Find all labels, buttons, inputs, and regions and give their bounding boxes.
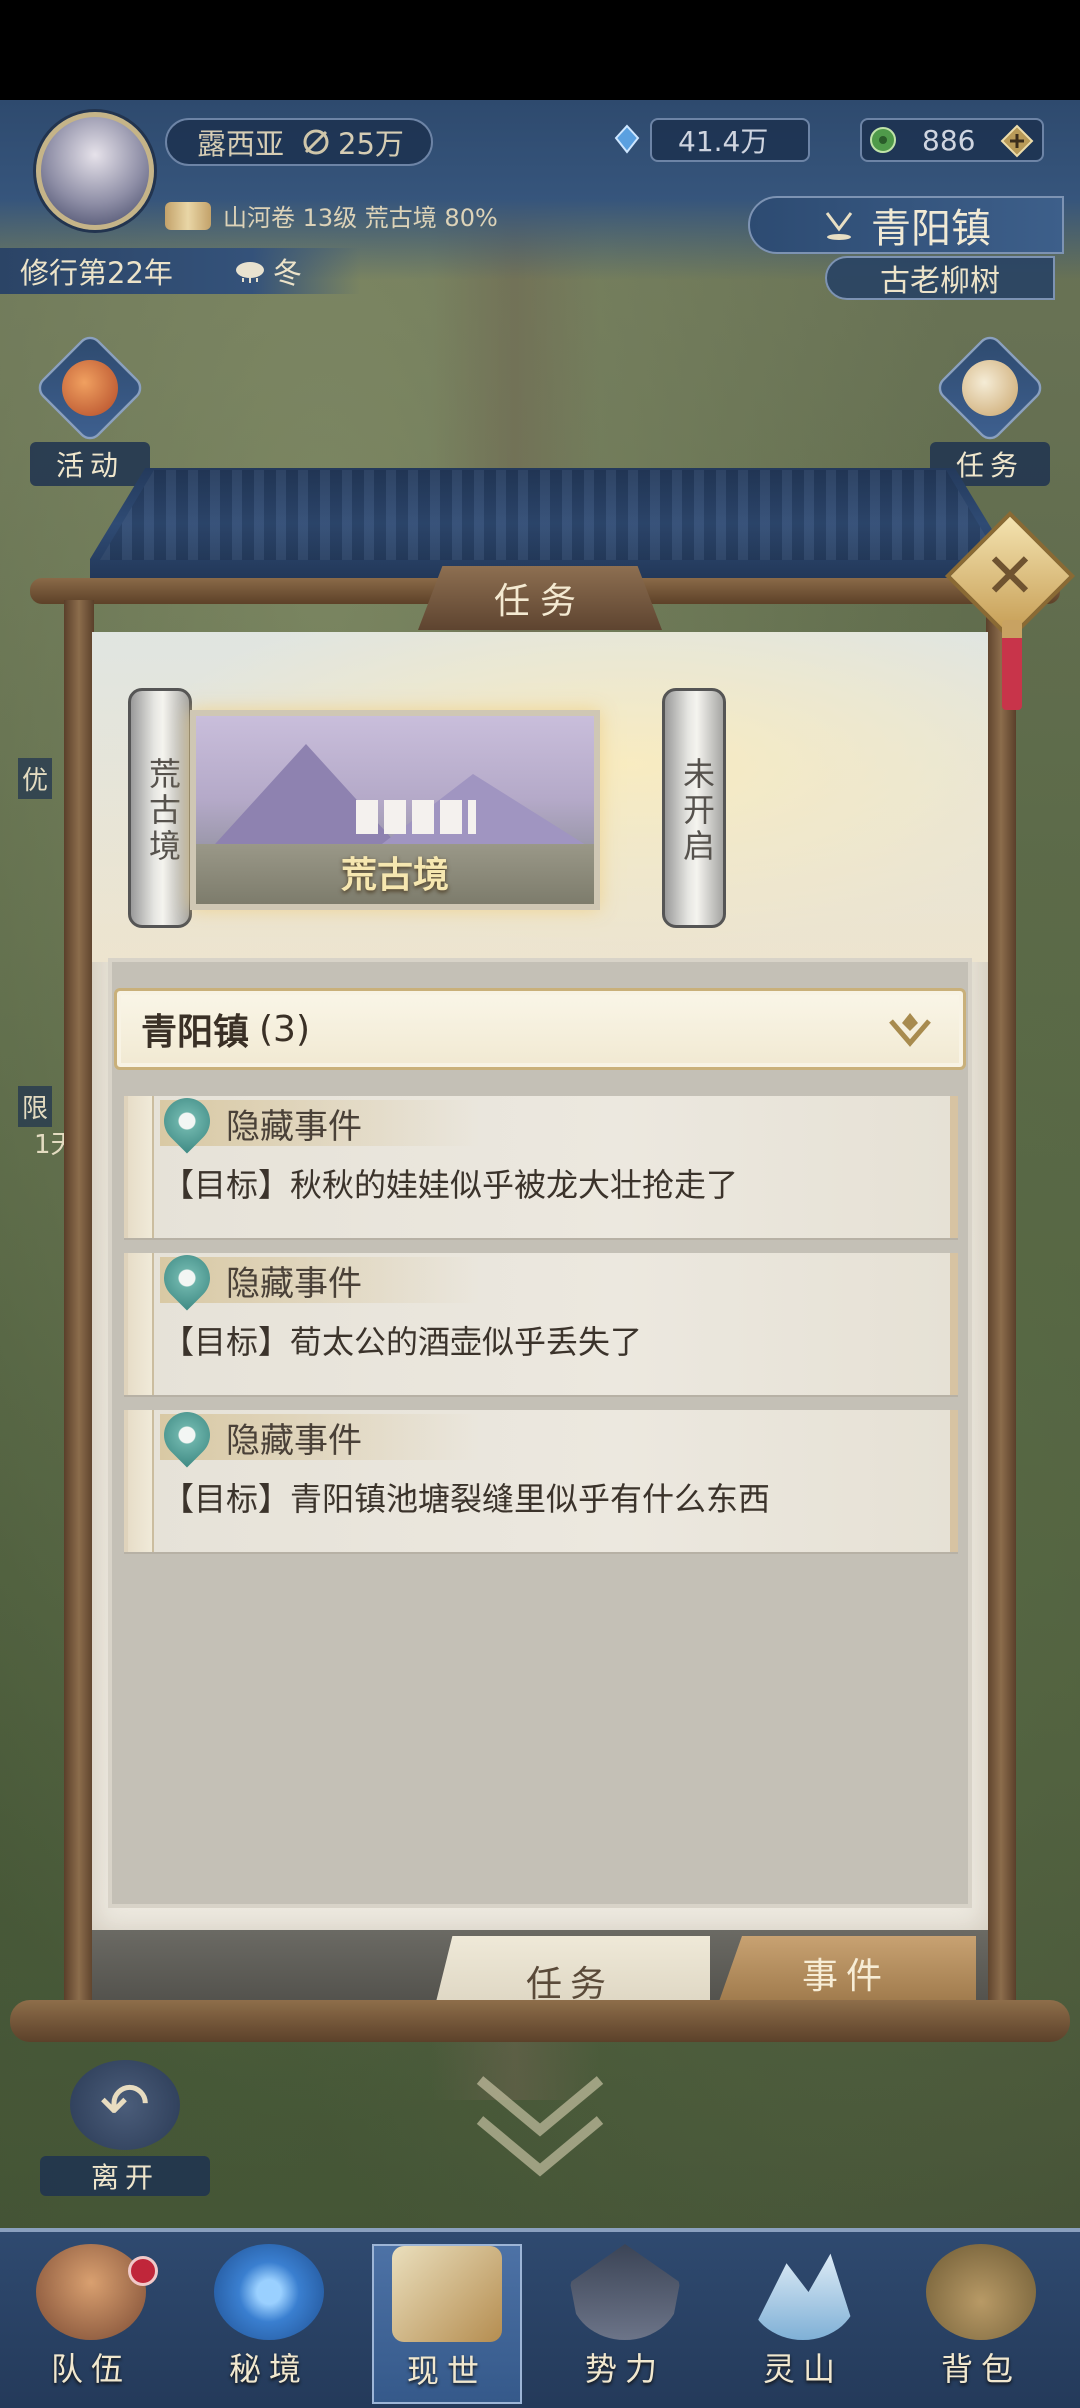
nav-faction[interactable]: 势力 [550,2244,700,2404]
player-avatar[interactable] [36,112,154,230]
year-season-bar: 修行第22年 冬 [0,248,360,294]
team-icon [36,2244,146,2340]
map-scroll-icon [392,2246,502,2342]
location-marker-icon [825,212,853,240]
nav-backpack[interactable]: 背包 [906,2244,1056,2404]
activity-icon [33,331,147,445]
panel-base-beam [10,2000,1070,2042]
nav-secret-realm-label: 秘境 [228,2350,309,2388]
season-label: 冬 [272,256,302,290]
activity-button[interactable]: 活动 [30,331,150,486]
task-group-name: 青阳镇 [141,1012,250,1053]
partial-side-label-1[interactable]: 优 [18,758,53,799]
tassel-ornament [1002,620,1022,710]
chevron-down-icon [889,1013,931,1047]
crystal-icon [614,124,640,154]
roof-tiles [100,470,1000,560]
realm-roller-right-label: 未开启 [678,757,716,865]
cultivation-info[interactable]: 山河卷 13级 荒古境 80% [165,198,498,233]
combat-power-value: 25万 [338,127,404,161]
location-spot[interactable]: 古老柳树 [825,256,1055,300]
task-goal: 【目标】青阳镇池塘裂缝里似乎有什么东西 [162,1480,771,1518]
realm-roller-right[interactable]: 未开启 [662,688,726,928]
realm-card-label: 荒古境 [340,855,449,896]
task-side-button[interactable]: 任务 [930,331,1050,486]
cloud-icon [235,262,264,283]
lingshi-resource[interactable]: 41.4万 [614,118,810,162]
village-houses [356,800,476,834]
location-spot-name: 古老柳树 [880,264,1000,299]
realm-roller-left-label: 荒古境 [144,757,182,865]
leave-button[interactable]: ↶ 离开 [40,2060,210,2196]
location-town-name: 青阳镇 [871,206,991,252]
location-town[interactable]: 青阳镇 [748,196,1064,254]
bag-icon [926,2244,1036,2340]
close-icon: ✕ [984,538,1036,612]
tab-event[interactable]: 事件 [716,1936,976,2010]
nav-secret-realm[interactable]: 秘境 [194,2244,344,2404]
jade-resource[interactable]: 886 [860,118,1044,162]
panel-title: 任务 [418,566,662,630]
nav-present-world[interactable]: 现世 [372,2244,522,2404]
player-name-pill[interactable]: 露西亚 25万 [165,118,433,166]
task-goal: 【目标】荀太公的酒壶似乎丢失了 [162,1323,643,1361]
nav-spirit-mountain[interactable]: 灵山 [728,2244,878,2404]
task-scroll-icon [933,331,1047,445]
combat-power-icon [303,129,329,155]
add-jade-icon[interactable] [1000,124,1034,158]
task-goal: 【目标】秋秋的娃娃似乎被龙大壮抢走了 [162,1166,739,1204]
nav-backpack-label: 背包 [940,2350,1021,2388]
nav-faction-label: 势力 [584,2350,665,2388]
jade-icon [870,127,896,153]
nav-team-label: 队伍 [50,2350,131,2388]
realm-card[interactable]: 荒古境 [190,710,600,910]
partial-side-label-2[interactable]: 限 [18,1086,53,1127]
player-name: 露西亚 [197,127,285,161]
nav-spirit-mountain-label: 灵山 [762,2350,843,2388]
lingshi-amount: 41.4万 [678,125,769,158]
leave-label: 离开 [40,2156,210,2196]
temple-icon [570,2244,680,2340]
nav-present-world-label: 现世 [406,2352,487,2390]
portal-icon [214,2244,324,2340]
realm-roller-left[interactable]: 荒古境 [128,688,192,928]
task-card[interactable]: 隐藏事件 【目标】荀太公的酒壶似乎丢失了 [124,1245,958,1395]
left-pillar [64,600,94,2030]
right-pillar [986,600,1016,2030]
jade-amount: 886 [922,123,976,157]
combat-power: 25万 [300,121,404,163]
season: 冬 [233,250,302,292]
scroll-icon [165,201,211,230]
task-card[interactable]: 隐藏事件 【目标】秋秋的娃娃似乎被龙大壮抢走了 [124,1088,958,1238]
cultivation-year: 修行第22年 [20,256,173,290]
chevron-down-icon[interactable] [470,2070,610,2180]
notification-badge [128,2256,158,2286]
task-group-count: (3) [259,1008,311,1050]
mountain-icon [748,2253,858,2340]
book-info: 山河卷 13级 荒古境 80% [223,204,498,232]
activity-label: 活动 [30,442,150,486]
return-arrow-icon: ↶ [70,2060,180,2150]
task-group-header[interactable]: 青阳镇 (3) [114,988,966,1070]
task-card[interactable]: 隐藏事件 【目标】青阳镇池塘裂缝里似乎有什么东西 [124,1402,958,1552]
